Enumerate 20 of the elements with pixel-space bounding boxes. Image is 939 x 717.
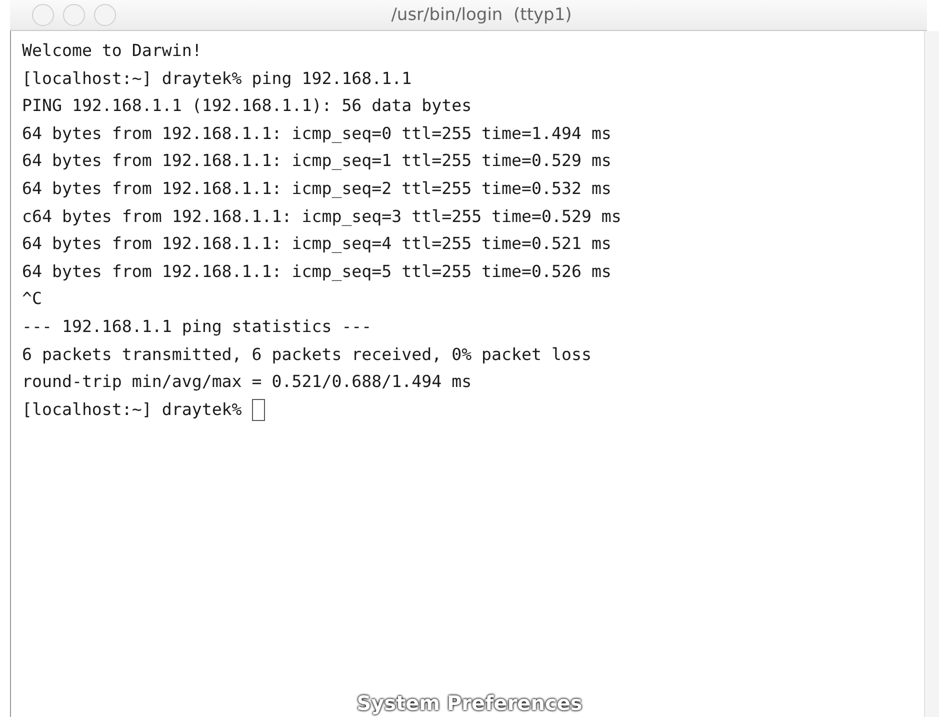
terminal-line: --- 192.168.1.1 ping statistics ---	[22, 316, 373, 338]
terminal-line: [localhost:~] draytek% ping 192.168.1.1	[22, 68, 413, 90]
dock-label: System Preferences	[356, 691, 582, 715]
shell-prompt: [localhost:~] draytek%	[22, 398, 242, 421]
zoom-button[interactable]	[94, 4, 116, 26]
terminal-line: 64 bytes from 192.168.1.1: icmp_seq=0 ttl=255 time=1.494 ms	[22, 122, 612, 145]
terminal-line: 64 bytes from 192.168.1.1: icmp_seq=2 ttl=255 time=0.532 ms	[22, 178, 612, 200]
terminal-line: 64 bytes from 192.168.1.1: icmp_seq=4 ttl=255 time=0.521 ms	[22, 233, 612, 256]
terminal-line: Welcome to Darwin!	[22, 40, 203, 62]
minimize-button[interactable]	[63, 4, 85, 26]
terminal-line: 64 bytes from 192.168.1.1: icmp_seq=5 ttl=255 time=0.526 ms	[22, 260, 612, 283]
terminal-line: 6 packets transmitted, 6 packets received, 0% packet loss	[22, 344, 592, 366]
terminal-line: round-trip min/avg/max = 0.521/0.688/1.494 ms	[22, 371, 473, 394]
terminal-line: c64 bytes from 192.168.1.1: icmp_seq=3 ttl=255 time=0.529 ms	[22, 206, 622, 228]
text-cursor	[252, 398, 265, 421]
terminal-line: ^C	[22, 288, 43, 310]
terminal-line: PING 192.168.1.1 (192.168.1.1): 56 data bytes	[22, 95, 473, 118]
close-button[interactable]	[32, 4, 54, 26]
window-title: /usr/bin/login (ttyp1)	[391, 5, 572, 25]
terminal-line: 64 bytes from 192.168.1.1: icmp_seq=1 ttl=255 time=0.529 ms	[22, 150, 612, 172]
